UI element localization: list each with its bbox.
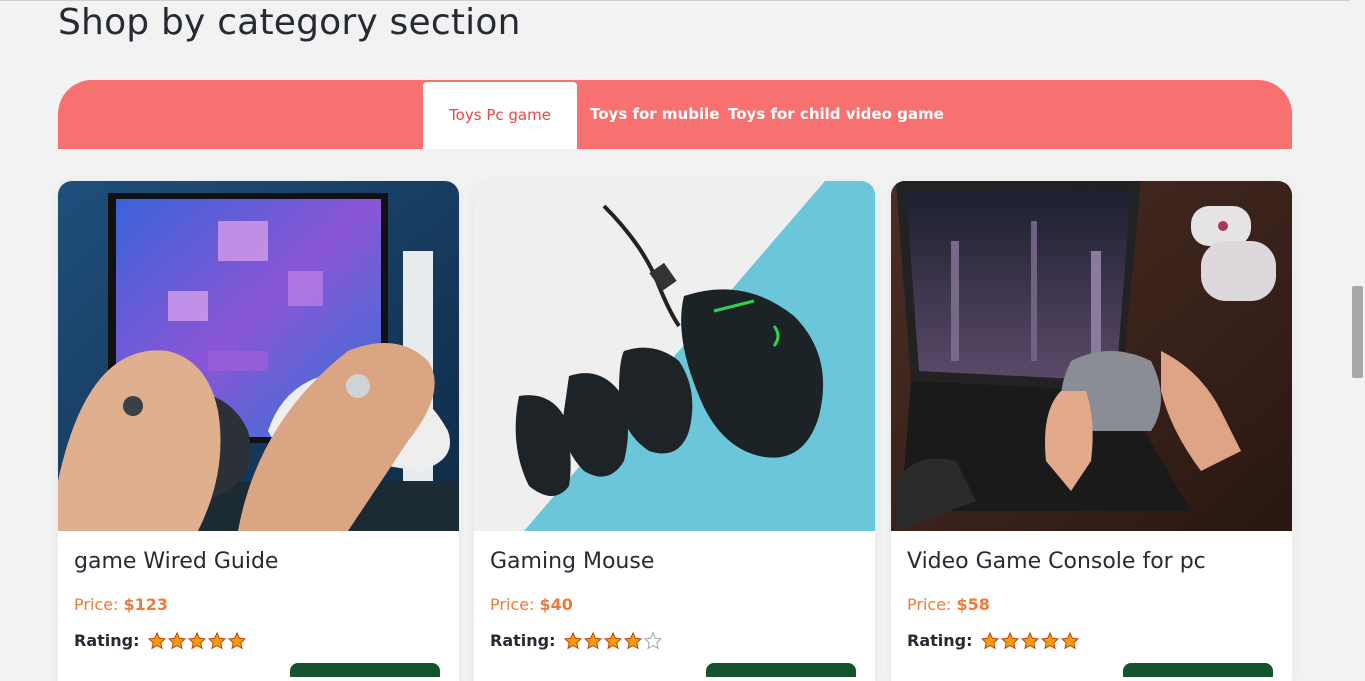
star-filled-icon bbox=[167, 631, 186, 649]
category-tab-bar: Toys Pc game Toys for mubile Toys for ch… bbox=[58, 80, 1292, 149]
tab-toys-for-child-video-game[interactable]: Toys for child video game bbox=[728, 80, 944, 149]
rating-stars bbox=[563, 631, 662, 650]
product-title[interactable]: Gaming Mouse bbox=[490, 549, 654, 574]
star-filled-icon bbox=[583, 631, 602, 649]
product-title[interactable]: game Wired Guide bbox=[74, 549, 278, 574]
gaming-mouse-photo bbox=[474, 181, 875, 531]
scrollbar-thumb[interactable] bbox=[1352, 286, 1363, 378]
laptop-controller-photo bbox=[891, 181, 1292, 531]
buy-button[interactable] bbox=[706, 663, 856, 677]
buy-button[interactable] bbox=[290, 663, 440, 677]
star-filled-icon bbox=[980, 631, 999, 649]
product-rating: Rating: bbox=[907, 631, 1079, 650]
star-filled-icon bbox=[623, 631, 642, 649]
star-filled-icon bbox=[207, 631, 226, 649]
tab-toys-pc-game[interactable]: Toys Pc game bbox=[423, 82, 577, 149]
tab-toys-for-mobile[interactable]: Toys for mubile bbox=[590, 80, 719, 149]
product-price: Price: $123 bbox=[74, 595, 168, 614]
rating-label: Rating: bbox=[490, 631, 556, 650]
rating-stars bbox=[980, 631, 1079, 650]
rating-stars bbox=[147, 631, 246, 650]
star-filled-icon bbox=[1060, 631, 1079, 649]
star-filled-icon bbox=[563, 631, 582, 649]
star-filled-icon bbox=[1020, 631, 1039, 649]
product-price: Price: $40 bbox=[490, 595, 573, 614]
rating-label: Rating: bbox=[907, 631, 973, 650]
product-rating: Rating: bbox=[74, 631, 246, 650]
star-filled-icon bbox=[603, 631, 622, 649]
star-filled-icon bbox=[1000, 631, 1019, 649]
product-card[interactable]: Gaming Mouse Price: $40 Rating: bbox=[474, 181, 875, 681]
price-label: Price: bbox=[490, 595, 535, 614]
console-gamepads-photo bbox=[58, 181, 459, 531]
price-label: Price: bbox=[907, 595, 952, 614]
buy-button[interactable] bbox=[1123, 663, 1273, 677]
star-filled-icon bbox=[227, 631, 246, 649]
star-empty-icon bbox=[643, 631, 662, 649]
product-card[interactable]: game Wired Guide Price: $123 Rating: bbox=[58, 181, 459, 681]
top-border bbox=[0, 0, 1365, 1]
star-filled-icon bbox=[147, 631, 166, 649]
price-value: $40 bbox=[539, 595, 573, 614]
product-title[interactable]: Video Game Console for pc bbox=[907, 549, 1206, 574]
star-filled-icon bbox=[187, 631, 206, 649]
rating-label: Rating: bbox=[74, 631, 140, 650]
product-price: Price: $58 bbox=[907, 595, 990, 614]
product-rating: Rating: bbox=[490, 631, 662, 650]
scrollbar-track[interactable] bbox=[1350, 0, 1365, 665]
price-value: $123 bbox=[123, 595, 169, 614]
section-title: Shop by category section bbox=[58, 2, 521, 43]
price-label: Price: bbox=[74, 595, 119, 614]
product-card[interactable]: Video Game Console for pc Price: $58 Rat… bbox=[891, 181, 1292, 681]
star-filled-icon bbox=[1040, 631, 1059, 649]
price-value: $58 bbox=[956, 595, 990, 614]
